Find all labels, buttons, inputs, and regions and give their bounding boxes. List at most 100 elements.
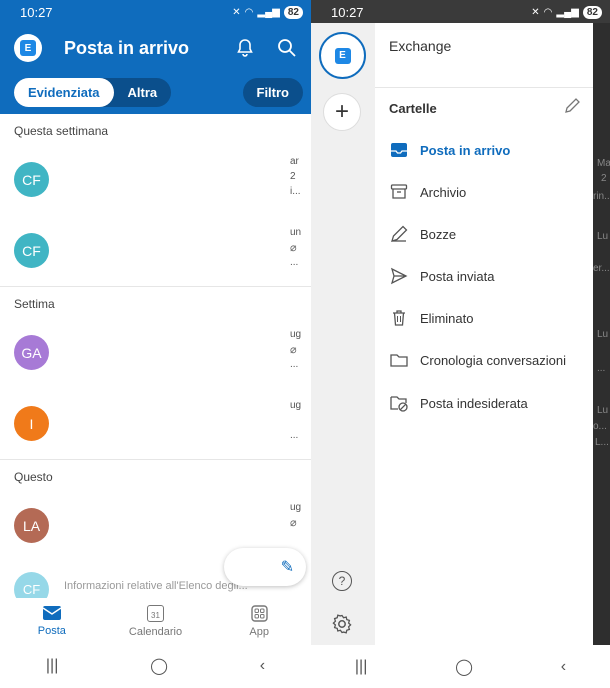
recents-button[interactable]: |||: [46, 657, 58, 675]
search-icon: [278, 39, 296, 57]
mail-date: ug: [290, 329, 302, 340]
mail-list-item[interactable]: GA ug ⌀ ...: [0, 317, 311, 388]
mail-date: ar: [290, 156, 299, 167]
mail-list-item[interactable]: CF un ⌀ ...: [0, 215, 311, 286]
folder-archive[interactable]: Archivio: [389, 179, 589, 205]
status-time: 10:27: [20, 4, 53, 20]
account-name: Exchange: [389, 38, 452, 54]
help-button[interactable]: ?: [332, 571, 352, 591]
home-button[interactable]: ◯: [455, 657, 473, 677]
plus-icon: +: [334, 98, 349, 125]
inbox-icon: [391, 143, 407, 157]
folder-sent[interactable]: Posta inviata: [389, 263, 589, 289]
search-button[interactable]: [275, 36, 299, 60]
avatar: CF: [14, 233, 49, 268]
account-email-redacted: [389, 57, 509, 61]
compose-button[interactable]: ✎: [224, 548, 306, 586]
nav-calendar-label: Calendario: [128, 625, 183, 638]
apps-grid-icon: [250, 604, 268, 622]
folder-drafts[interactable]: Bozze: [389, 221, 589, 247]
mail-date: ug: [290, 502, 302, 513]
mail-preview: ...: [290, 430, 299, 441]
status-icons: ✕ ◠ ▂▄▆ 82: [232, 5, 303, 19]
bell-icon: [237, 39, 253, 57]
settings-gear-icon[interactable]: [331, 613, 353, 635]
folder-label: Archivio: [420, 184, 467, 200]
folder-label: Bozze: [420, 226, 457, 242]
folders-heading: Cartelle: [389, 101, 437, 116]
nav-mail[interactable]: Posta: [0, 598, 104, 644]
filter-button[interactable]: Filtro: [242, 78, 303, 107]
folder-label: Eliminato: [420, 310, 474, 326]
folders-drawer: Exchange Cartelle Posta in arrivo Archiv…: [375, 23, 593, 645]
folder-conversation-history[interactable]: Cronologia conversazioni: [389, 347, 589, 373]
archive-icon: [390, 184, 408, 199]
help-icon: ?: [338, 574, 346, 588]
junk-folder-icon: [390, 396, 408, 412]
folder-deleted[interactable]: Eliminato: [389, 305, 589, 331]
account-exchange-button[interactable]: E: [319, 32, 366, 79]
section-heading: Settima: [14, 297, 55, 311]
account-rail: E + ?: [311, 23, 375, 645]
battery-badge: 82: [582, 5, 602, 19]
mail-list-item[interactable]: I ug ...: [0, 388, 311, 459]
section-heading: Questo: [14, 470, 53, 484]
notifications-button[interactable]: [233, 36, 257, 60]
inbox-screen: 10:27 ✕ ◠ ▂▄▆ 82 E Posta in arrivo Evide…: [0, 0, 311, 688]
shade-peek: ...: [597, 363, 606, 374]
folder-junk[interactable]: Posta indesiderata: [389, 390, 589, 416]
dimmed-inbox-behind[interactable]: Ma 2 rin... Lu er... Lu ... Lu o... L...: [593, 23, 610, 645]
recents-button[interactable]: |||: [355, 658, 367, 676]
shade-peek: L...: [595, 437, 609, 448]
inbox-header: 10:27 ✕ ◠ ▂▄▆ 82 E Posta in arrivo Evide…: [0, 0, 311, 114]
status-bar: 10:27 ✕ ◠ ▂▄▆ 82: [311, 0, 610, 24]
folder-inbox[interactable]: Posta in arrivo: [389, 137, 589, 163]
shade-peek: er...: [593, 263, 610, 274]
system-navigation-bar: ||| ◯ ‹: [311, 645, 610, 688]
wifi-icon: ◠: [543, 6, 553, 18]
account-switcher-button[interactable]: E: [14, 34, 42, 62]
shade-peek: Ma: [597, 158, 610, 169]
calendar-icon: 31: [147, 604, 164, 622]
mail-date: ug: [290, 400, 302, 411]
bottom-navigation: Posta 31 Calendario App: [0, 598, 311, 644]
shade-peek: 2: [601, 173, 607, 184]
signal-icon: ▂▄▆: [257, 6, 280, 18]
calendar-day: 31: [151, 610, 160, 620]
add-account-button[interactable]: +: [323, 93, 361, 131]
system-navigation-bar: ||| ◯ ‹: [0, 644, 311, 688]
battery-badge: 82: [283, 5, 303, 19]
wifi-icon: ◠: [244, 6, 254, 18]
mute-icon: ✕: [531, 6, 540, 18]
sent-icon: [390, 267, 408, 285]
exchange-logo-icon: E: [334, 47, 351, 64]
home-button[interactable]: ◯: [150, 656, 168, 676]
mail-list-item[interactable]: CF ar 2 i...: [0, 144, 311, 215]
compose-icon: ✎: [280, 559, 294, 576]
folder-drawer-screen: 10:27 ✕ ◠ ▂▄▆ 82 Ma 2 rin... Lu er... Lu…: [311, 0, 610, 688]
shade-peek: Lu: [597, 329, 609, 340]
tab-other[interactable]: Altra: [114, 78, 172, 107]
shade-peek: o...: [593, 421, 607, 432]
avatar: GA: [14, 335, 49, 370]
tab-focused[interactable]: Evidenziata: [14, 78, 114, 107]
attachment-icon: ⌀: [290, 242, 297, 254]
nav-calendar[interactable]: 31 Calendario: [104, 598, 208, 644]
mail-preview: ...: [290, 257, 299, 268]
nav-mail-label: Posta: [37, 625, 66, 637]
back-button[interactable]: ‹: [561, 658, 566, 676]
shade-peek: rin...: [593, 191, 610, 202]
nav-apps[interactable]: App: [207, 598, 311, 644]
back-button[interactable]: ‹: [260, 657, 265, 675]
edit-folders-pencil-icon[interactable]: [563, 97, 581, 115]
mail-count: 2: [290, 171, 296, 182]
section-heading: Questa settimana: [14, 124, 109, 138]
attachment-icon: ⌀: [290, 344, 297, 356]
mail-date: un: [290, 227, 302, 238]
folder-icon: [390, 354, 408, 367]
mute-icon: ✕: [232, 6, 241, 18]
folder-label: Cronologia conversazioni: [420, 352, 566, 368]
nav-apps-label: App: [249, 625, 269, 638]
mail-icon: [42, 606, 62, 620]
mail-preview: Informazioni relative all'Elenco degli..…: [64, 580, 248, 592]
